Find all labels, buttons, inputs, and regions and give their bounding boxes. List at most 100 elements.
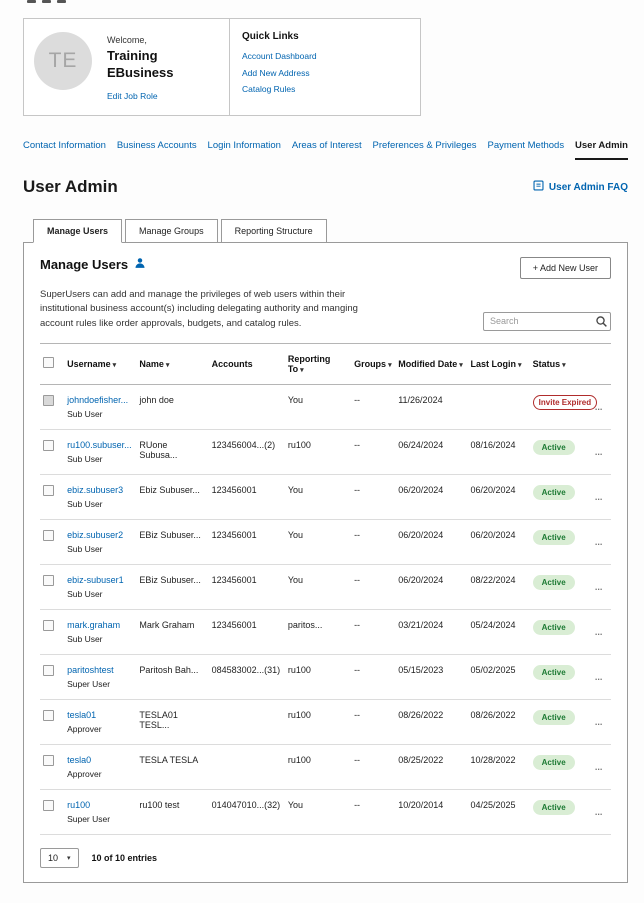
user-last-login [467, 384, 529, 429]
status-badge: Active [533, 755, 575, 770]
user-modified-date: 10/20/2014 [395, 789, 467, 834]
row-checkbox[interactable] [43, 485, 54, 496]
quick-link[interactable]: Catalog Rules [242, 84, 408, 94]
nav-tab[interactable]: Areas of Interest [292, 140, 362, 160]
user-reporting-to: ru100 [285, 744, 351, 789]
user-fullname: TESLA01 TESL... [136, 699, 208, 744]
user-groups: -- [351, 609, 395, 654]
users-table-body: johndoefisher... Sub User john doe You -… [40, 384, 611, 834]
nav-tab[interactable]: Login Information [208, 140, 281, 160]
edit-job-role-link[interactable]: Edit Job Role [107, 91, 158, 101]
nav-tab[interactable]: User Admin [575, 140, 628, 160]
quick-link[interactable]: Account Dashboard [242, 51, 408, 61]
column-header-modified-date[interactable]: Modified Date▾ [395, 343, 467, 384]
username-link[interactable]: mark.graham [67, 620, 120, 630]
user-groups: -- [351, 789, 395, 834]
user-role: Sub User [67, 589, 133, 599]
row-checkbox[interactable] [43, 530, 54, 541]
username-link[interactable]: paritoshtest [67, 665, 114, 675]
account-nav: Contact Information Business Accounts Lo… [23, 140, 628, 160]
table-row: johndoefisher... Sub User john doe You -… [40, 384, 611, 429]
username-link[interactable]: johndoefisher... [67, 395, 128, 405]
user-role: Sub User [67, 454, 133, 464]
user-accounts [209, 384, 285, 429]
table-row: tesla01 Approver TESLA01 TESL... ru100 -… [40, 699, 611, 744]
manage-users-title: Manage Users [40, 257, 146, 272]
row-checkbox[interactable] [43, 395, 54, 406]
username-link[interactable]: ebiz.subuser2 [67, 530, 123, 540]
username-link[interactable]: ebiz-subuser1 [67, 575, 124, 585]
row-checkbox[interactable] [43, 665, 54, 676]
row-actions-menu[interactable]: ... [592, 609, 611, 654]
row-actions-menu[interactable]: ... [592, 384, 611, 429]
quick-links-title: Quick Links [242, 31, 408, 42]
page-container: TE Welcome, Training EBusiness Edit Job … [0, 0, 644, 903]
welcome-section: TE Welcome, Training EBusiness Edit Job … [24, 19, 229, 115]
row-actions-menu[interactable]: ... [592, 564, 611, 609]
user-modified-date: 03/21/2024 [395, 609, 467, 654]
user-display-name: Training EBusiness [107, 48, 179, 82]
page-size-select[interactable]: 10 ▾ [40, 848, 79, 868]
row-checkbox[interactable] [43, 575, 54, 586]
user-role: Sub User [67, 499, 133, 509]
user-last-login: 08/16/2024 [467, 429, 529, 474]
column-header-status[interactable]: Status▾ [530, 343, 592, 384]
admin-tab[interactable]: Manage Groups [125, 219, 218, 243]
admin-tab[interactable]: Manage Users [33, 219, 122, 243]
admin-tab[interactable]: Reporting Structure [221, 219, 327, 243]
row-actions-menu[interactable]: ... [592, 789, 611, 834]
nav-tab[interactable]: Business Accounts [117, 140, 197, 160]
search-input[interactable] [483, 312, 611, 331]
row-checkbox[interactable] [43, 440, 54, 451]
row-actions-menu[interactable]: ... [592, 654, 611, 699]
user-admin-faq-link[interactable]: User Admin FAQ [533, 180, 628, 194]
row-actions-menu[interactable]: ... [592, 699, 611, 744]
column-header-name[interactable]: Name▾ [136, 343, 208, 384]
row-checkbox[interactable] [43, 755, 54, 766]
faq-link-label: User Admin FAQ [549, 182, 628, 193]
nav-tab[interactable]: Preferences & Privileges [373, 140, 477, 160]
manage-users-icon[interactable] [134, 257, 146, 272]
table-row: mark.graham Sub User Mark Graham 1234560… [40, 609, 611, 654]
table-row: ru100 Super User ru100 test 014047010...… [40, 789, 611, 834]
user-groups: -- [351, 429, 395, 474]
user-fullname: Ebiz Subuser... [136, 474, 208, 519]
add-new-user-button[interactable]: + Add New User [520, 257, 611, 279]
row-checkbox[interactable] [43, 710, 54, 721]
username-link[interactable]: tesla0 [67, 755, 91, 765]
username-link[interactable]: ebiz.subuser3 [67, 485, 123, 495]
user-last-login: 05/24/2024 [467, 609, 529, 654]
column-header-groups[interactable]: Groups▾ [351, 343, 395, 384]
welcome-card: TE Welcome, Training EBusiness Edit Job … [23, 18, 421, 116]
user-reporting-to: You [285, 384, 351, 429]
user-groups: -- [351, 699, 395, 744]
status-badge: Active [533, 575, 575, 590]
username-link[interactable]: ru100.subuser... [67, 440, 132, 450]
username-link[interactable]: tesla01 [67, 710, 96, 720]
username-link[interactable]: ru100 [67, 800, 90, 810]
nav-tab[interactable]: Payment Methods [488, 140, 565, 160]
search-box [483, 312, 611, 331]
user-accounts: 123456001 [209, 474, 285, 519]
search-icon[interactable] [595, 315, 608, 328]
column-header-last-login[interactable]: Last Login▾ [467, 343, 529, 384]
user-last-login: 06/20/2024 [467, 519, 529, 564]
column-header-username[interactable]: Username▾ [64, 343, 136, 384]
table-row: ebiz.subuser2 Sub User EBiz Subuser... 1… [40, 519, 611, 564]
row-checkbox[interactable] [43, 620, 54, 631]
user-reporting-to: You [285, 474, 351, 519]
user-modified-date: 06/20/2024 [395, 519, 467, 564]
row-checkbox[interactable] [43, 800, 54, 811]
users-table: Username▾ Name▾ Accounts Reporting To▾ G… [40, 343, 611, 835]
row-actions-menu[interactable]: ... [592, 744, 611, 789]
row-actions-menu[interactable]: ... [592, 429, 611, 474]
quick-link[interactable]: Add New Address [242, 68, 408, 78]
table-row: ebiz-subuser1 Sub User EBiz Subuser... 1… [40, 564, 611, 609]
column-header-reporting-to[interactable]: Reporting To▾ [285, 343, 351, 384]
nav-tab[interactable]: Contact Information [23, 140, 106, 160]
row-actions-menu[interactable]: ... [592, 519, 611, 564]
select-all-checkbox[interactable] [43, 357, 54, 368]
user-groups: -- [351, 474, 395, 519]
row-actions-menu[interactable]: ... [592, 474, 611, 519]
user-fullname: EBiz Subuser... [136, 519, 208, 564]
